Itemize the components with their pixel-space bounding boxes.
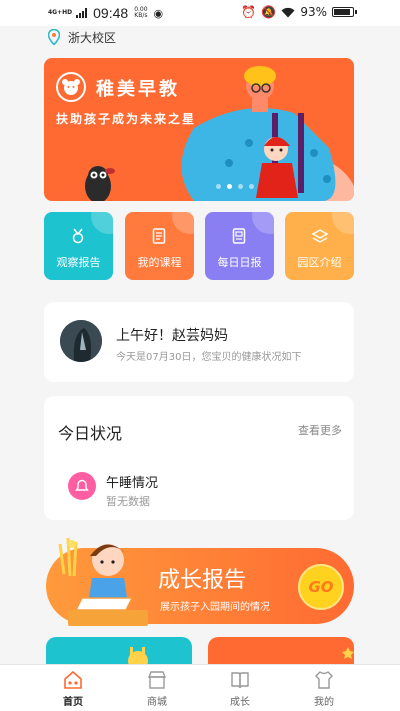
tab-label: 商城 — [147, 697, 167, 708]
tile-decoration — [91, 212, 113, 234]
location-selector[interactable]: 浙大校区 — [48, 26, 116, 48]
tile-label: 观察报告 — [56, 256, 101, 269]
banner-illustration — [85, 66, 354, 201]
tile-label: 园区介绍 — [297, 256, 342, 269]
daily-report-icon — [232, 228, 246, 244]
nap-status-title[interactable]: 午睡情况 — [106, 472, 158, 491]
tab-shop[interactable]: 商城 — [127, 669, 187, 708]
tile-label: 每日日报 — [217, 256, 262, 269]
brand-logo-icon — [56, 72, 86, 102]
nap-status-value: 暂无数据 — [106, 495, 150, 508]
mute-icon: 🔕 — [261, 5, 277, 19]
promo-banner[interactable]: 稚美早教 扶助孩子成为未来之星 — [44, 58, 354, 201]
weibo-icon: ◉ — [153, 6, 164, 20]
greeting-card[interactable]: 上午好！赵芸妈妈 今天是07月30日，您宝贝的健康状况如下 — [44, 302, 354, 382]
banner-pagination[interactable] — [216, 184, 254, 189]
tab-label: 我的 — [314, 697, 334, 708]
greeting-subtitle: 今天是07月30日，您宝贝的健康状况如下 — [116, 352, 302, 363]
alarm-icon: ⏰ — [241, 5, 257, 19]
book-icon — [231, 672, 249, 689]
document-icon — [152, 228, 166, 244]
home-icon — [64, 670, 82, 689]
bell-icon — [68, 472, 96, 500]
today-status-card: 今日状况 查看更多 午睡情况 暂无数据 — [44, 396, 354, 520]
bottom-tab-bar: 首页 商城 成长 我的 — [0, 664, 400, 711]
go-button[interactable]: GO — [298, 564, 344, 610]
status-bar: 4G+HD 09:48 0.00 KB/s ◉ ⏰ 🔕 93% — [0, 0, 400, 26]
battery-percent: 93% — [300, 5, 327, 19]
pagination-dot-active[interactable] — [227, 184, 232, 189]
wifi-icon — [281, 7, 295, 17]
tab-label: 成长 — [230, 697, 250, 708]
battery-icon — [332, 7, 357, 17]
quick-action-campus-intro[interactable]: 园区介绍 — [285, 212, 354, 280]
tab-growth[interactable]: 成长 — [210, 669, 270, 708]
view-more-link[interactable]: 查看更多 — [298, 422, 342, 438]
clock: 09:48 — [93, 5, 129, 21]
banner-title: 稚美早教 — [96, 79, 180, 100]
quick-action-my-courses[interactable]: 我的课程 — [125, 212, 194, 280]
avatar-image — [60, 320, 102, 362]
pagination-dot[interactable] — [238, 184, 243, 189]
location-name: 浙大校区 — [68, 30, 117, 45]
banner-subtitle: 扶助孩子成为未来之星 — [56, 112, 197, 126]
shop-icon — [147, 671, 167, 689]
network-indicator: 4G+HD — [48, 9, 73, 16]
pagination-dot[interactable] — [216, 184, 221, 189]
tile-decoration — [172, 212, 194, 234]
tile-decoration — [252, 212, 274, 234]
location-pin-icon — [48, 29, 60, 45]
layers-icon — [312, 229, 328, 243]
quick-action-observation-report[interactable]: 观察报告 — [44, 212, 113, 280]
tile-decoration — [332, 212, 354, 234]
tab-mine[interactable]: 我的 — [294, 669, 354, 708]
medal-icon — [72, 228, 84, 244]
child-reading-illustration — [58, 537, 148, 626]
section-title: 今日状况 — [58, 424, 123, 443]
quick-action-daily-report[interactable]: 每日日报 — [205, 212, 274, 280]
avatar[interactable] — [60, 320, 102, 362]
growth-report-subtitle: 展示孩子入园期间的情况 — [160, 602, 270, 613]
tab-label: 首页 — [63, 697, 83, 708]
pagination-dot[interactable] — [249, 184, 254, 189]
tab-home[interactable]: 首页 — [43, 669, 103, 708]
clothes-icon — [315, 671, 333, 689]
tile-label: 我的课程 — [137, 256, 182, 269]
signal-icon — [76, 8, 88, 18]
greeting-title: 上午好！赵芸妈妈 — [116, 328, 228, 344]
network-speed: 0.00 KB/s — [134, 6, 148, 19]
growth-report-title: 成长报告 — [158, 568, 247, 593]
